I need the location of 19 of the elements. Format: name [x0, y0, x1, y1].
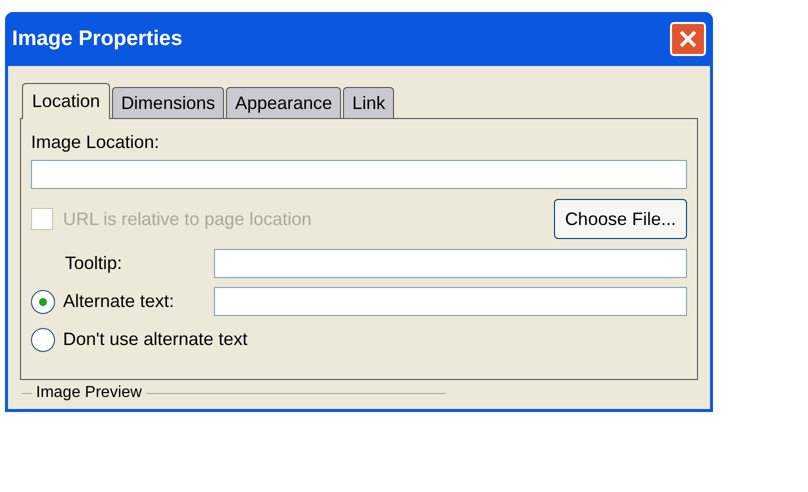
- close-button[interactable]: [670, 22, 706, 56]
- text-field[interactable]: [214, 287, 687, 316]
- field-label: Tooltip:: [64, 252, 124, 275]
- field-label: Image Location:: [31, 131, 160, 154]
- radio-label: Alternate text:: [63, 290, 174, 313]
- window-title: Image Properties: [12, 26, 182, 52]
- radio-button[interactable]: [31, 290, 55, 314]
- checkbox-label: URL is relative to page location: [63, 208, 312, 231]
- group-label: Image Preview: [36, 384, 142, 402]
- radio-label: Don't use alternate text: [63, 328, 248, 351]
- close-icon: [679, 30, 697, 48]
- radio-button[interactable]: [31, 328, 55, 352]
- tab[interactable]: Location: [22, 83, 110, 119]
- text-field[interactable]: [214, 249, 687, 278]
- text-field[interactable]: [31, 160, 687, 189]
- choose-file-button[interactable]: Choose File...: [554, 199, 687, 239]
- tab[interactable]: Appearance: [226, 87, 342, 118]
- tab[interactable]: Dimensions: [112, 87, 224, 118]
- tab[interactable]: Link: [343, 87, 394, 118]
